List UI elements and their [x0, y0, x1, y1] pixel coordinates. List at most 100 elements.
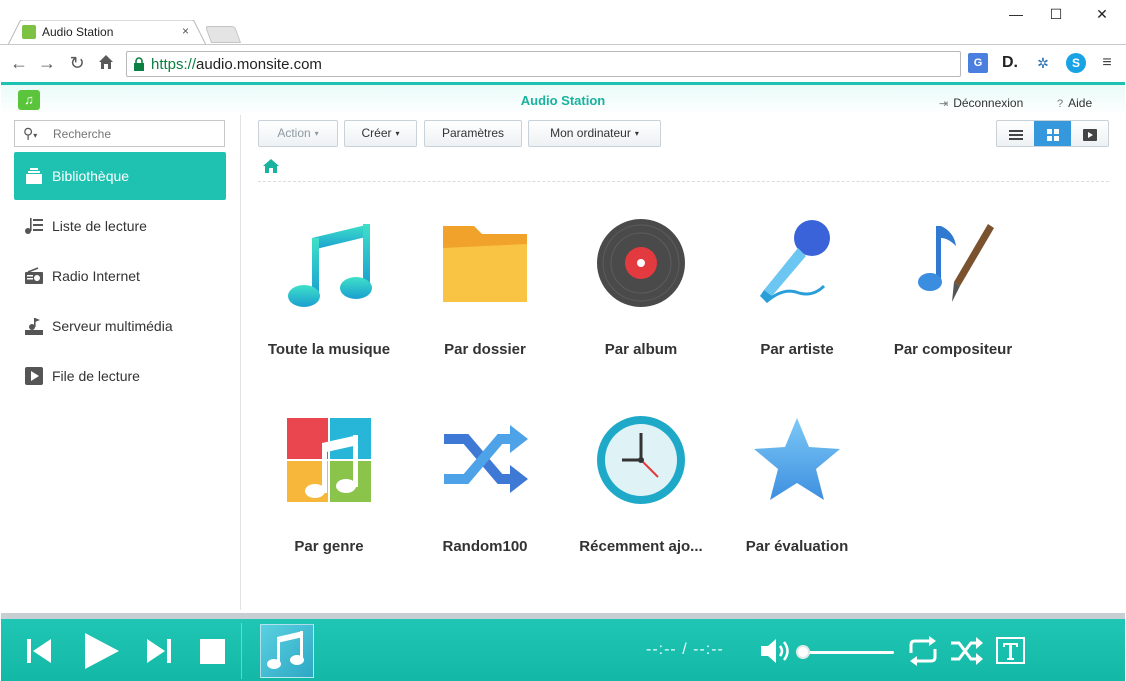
sidebar-item-label: File de lecture — [52, 368, 140, 384]
sidebar-item-label: Serveur multimédia — [52, 318, 173, 334]
sidebar-item-radio[interactable]: Radio Internet — [14, 252, 226, 300]
tile-recently-added[interactable]: Récemment ajo... — [563, 415, 719, 585]
list-icon — [1008, 129, 1023, 140]
microphone-icon — [760, 220, 830, 304]
music-note-icon — [288, 224, 372, 307]
sidebar-item-label: Bibliothèque — [52, 168, 130, 184]
back-arrow-icon[interactable]: ← — [8, 54, 30, 72]
tile-label: Toute la musique — [267, 341, 391, 358]
minimize-button[interactable]: — — [1006, 6, 1026, 22]
repeat-icon[interactable] — [905, 633, 941, 669]
folder-icon — [443, 226, 527, 302]
new-tab-button[interactable] — [204, 26, 242, 43]
tile-by-rating[interactable]: Par évaluation — [719, 415, 875, 585]
create-button[interactable]: Créer ▾ — [344, 120, 417, 147]
tile-by-artist[interactable]: Par artiste — [719, 218, 875, 388]
time-display: --:-- / --:-- — [646, 641, 724, 658]
volume-icon[interactable] — [759, 635, 793, 667]
tile-label: Récemment ajo... — [579, 538, 703, 555]
settings-button[interactable]: Paramètres — [424, 120, 522, 147]
skype-extension-icon[interactable]: S — [1066, 53, 1086, 73]
tile-label: Random100 — [442, 538, 528, 555]
shuffle-icon — [444, 425, 528, 493]
sidebar-item-playlist[interactable]: Liste de lecture — [14, 202, 226, 250]
main-content: Action ▾ Créer ▾ Paramètres Mon ordinateur… — [242, 115, 1125, 610]
sidebar-item-library[interactable]: Bibliothèque — [14, 152, 226, 200]
action-button[interactable]: Action ▾ — [258, 120, 338, 147]
tile-all-music[interactable]: Toute la musique — [251, 218, 407, 388]
tile-by-folder[interactable]: Par dossier — [407, 218, 563, 388]
search-icon: ⚲▾ — [23, 125, 38, 141]
logout-icon: ⇥ — [939, 98, 949, 110]
tile-by-composer[interactable]: Par compositeur — [875, 218, 1031, 388]
library-icon — [26, 168, 42, 184]
lock-icon — [134, 57, 144, 71]
help-icon: ? — [1057, 98, 1064, 110]
cover-flow-view-button[interactable] — [1071, 121, 1108, 146]
breadcrumb-home-icon[interactable] — [262, 158, 280, 174]
browser-toolbar: ← → ↻ https://audio.monsite.com G D. ✲ S… — [0, 44, 1126, 82]
audio-station-favicon-icon — [22, 25, 36, 39]
forward-arrow-icon[interactable]: → — [36, 54, 58, 72]
shuffle-player-icon[interactable] — [949, 633, 985, 669]
audio-player-bar: --:-- / --:-- — [1, 619, 1125, 681]
grid-view-button[interactable] — [1034, 121, 1071, 146]
play-box-icon — [1082, 128, 1097, 141]
stop-icon[interactable] — [195, 633, 231, 669]
tile-label: Par genre — [294, 538, 364, 555]
play-queue-icon — [25, 367, 43, 385]
url-text: https://audio.monsite.com — [151, 56, 322, 73]
playlist-icon — [25, 218, 43, 234]
close-window-button[interactable]: ✕ — [1092, 6, 1112, 23]
tile-label: Par dossier — [444, 341, 526, 358]
volume-slider-track[interactable] — [803, 651, 894, 654]
volume-slider-handle[interactable] — [796, 645, 810, 659]
help-link[interactable]: ? Aide — [1057, 96, 1092, 110]
d-extension-icon[interactable]: D. — [1000, 53, 1020, 73]
list-view-button[interactable] — [997, 121, 1034, 146]
logout-link[interactable]: ⇥ Déconnexion — [939, 96, 1023, 110]
next-track-icon[interactable] — [141, 633, 177, 669]
audio-station-app: ♫ Audio Station ⇥Déconnexion ?Aide ⚲▾ Bi… — [1, 82, 1125, 681]
sidebar-item-play-queue[interactable]: File de lecture — [14, 352, 226, 400]
previous-track-icon[interactable] — [21, 633, 57, 669]
album-cover[interactable] — [260, 624, 314, 678]
sidebar-item-label: Liste de lecture — [52, 218, 147, 234]
view-mode-group — [996, 120, 1109, 147]
tile-random100[interactable]: Random100 — [407, 415, 563, 585]
grid-icon — [1046, 128, 1059, 141]
my-computer-button[interactable]: Mon ordinateur ▾ — [528, 120, 661, 147]
tile-by-album[interactable]: Par album — [563, 218, 719, 388]
search-input[interactable] — [53, 125, 218, 143]
player-separator — [241, 623, 242, 679]
network-extension-icon[interactable]: ✲ — [1033, 53, 1053, 73]
clock-icon — [597, 416, 685, 504]
sidebar-item-label: Radio Internet — [52, 268, 140, 284]
media-server-icon — [25, 318, 43, 335]
composer-icon — [918, 224, 994, 302]
translate-extension-icon[interactable]: G — [968, 53, 988, 73]
tile-label: Par album — [604, 341, 678, 358]
breadcrumb-divider — [258, 181, 1109, 182]
tile-label: Par évaluation — [745, 538, 849, 555]
music-note-cover-icon — [267, 631, 304, 669]
address-bar[interactable]: https://audio.monsite.com — [126, 51, 961, 77]
sidebar-item-media-server[interactable]: Serveur multimédia — [14, 302, 226, 350]
play-icon[interactable] — [81, 631, 121, 671]
maximize-button[interactable]: ☐ — [1046, 6, 1066, 23]
reload-icon[interactable]: ↻ — [66, 54, 88, 72]
tab-close-icon[interactable]: × — [182, 24, 189, 38]
star-icon — [754, 418, 840, 500]
genre-icon — [287, 418, 371, 502]
app-header: ♫ Audio Station ⇥ Déconnexion ? Aide — [1, 85, 1125, 115]
lyrics-text-icon[interactable] — [993, 633, 1029, 669]
home-nav-icon[interactable] — [95, 53, 117, 74]
browser-titlebar: Audio Station × — ☐ ✕ — [0, 0, 1126, 45]
search-box[interactable]: ⚲▾ — [14, 120, 225, 147]
sidebar: ⚲▾ Bibliothèque Liste de lecture Radio I… — [1, 115, 241, 610]
tile-label: Par artiste — [760, 341, 834, 358]
tab-title: Audio Station — [42, 25, 114, 39]
tile-by-genre[interactable]: Par genre — [251, 415, 407, 585]
browser-menu-icon[interactable]: ≡ — [1097, 53, 1117, 73]
vinyl-icon — [597, 219, 685, 307]
